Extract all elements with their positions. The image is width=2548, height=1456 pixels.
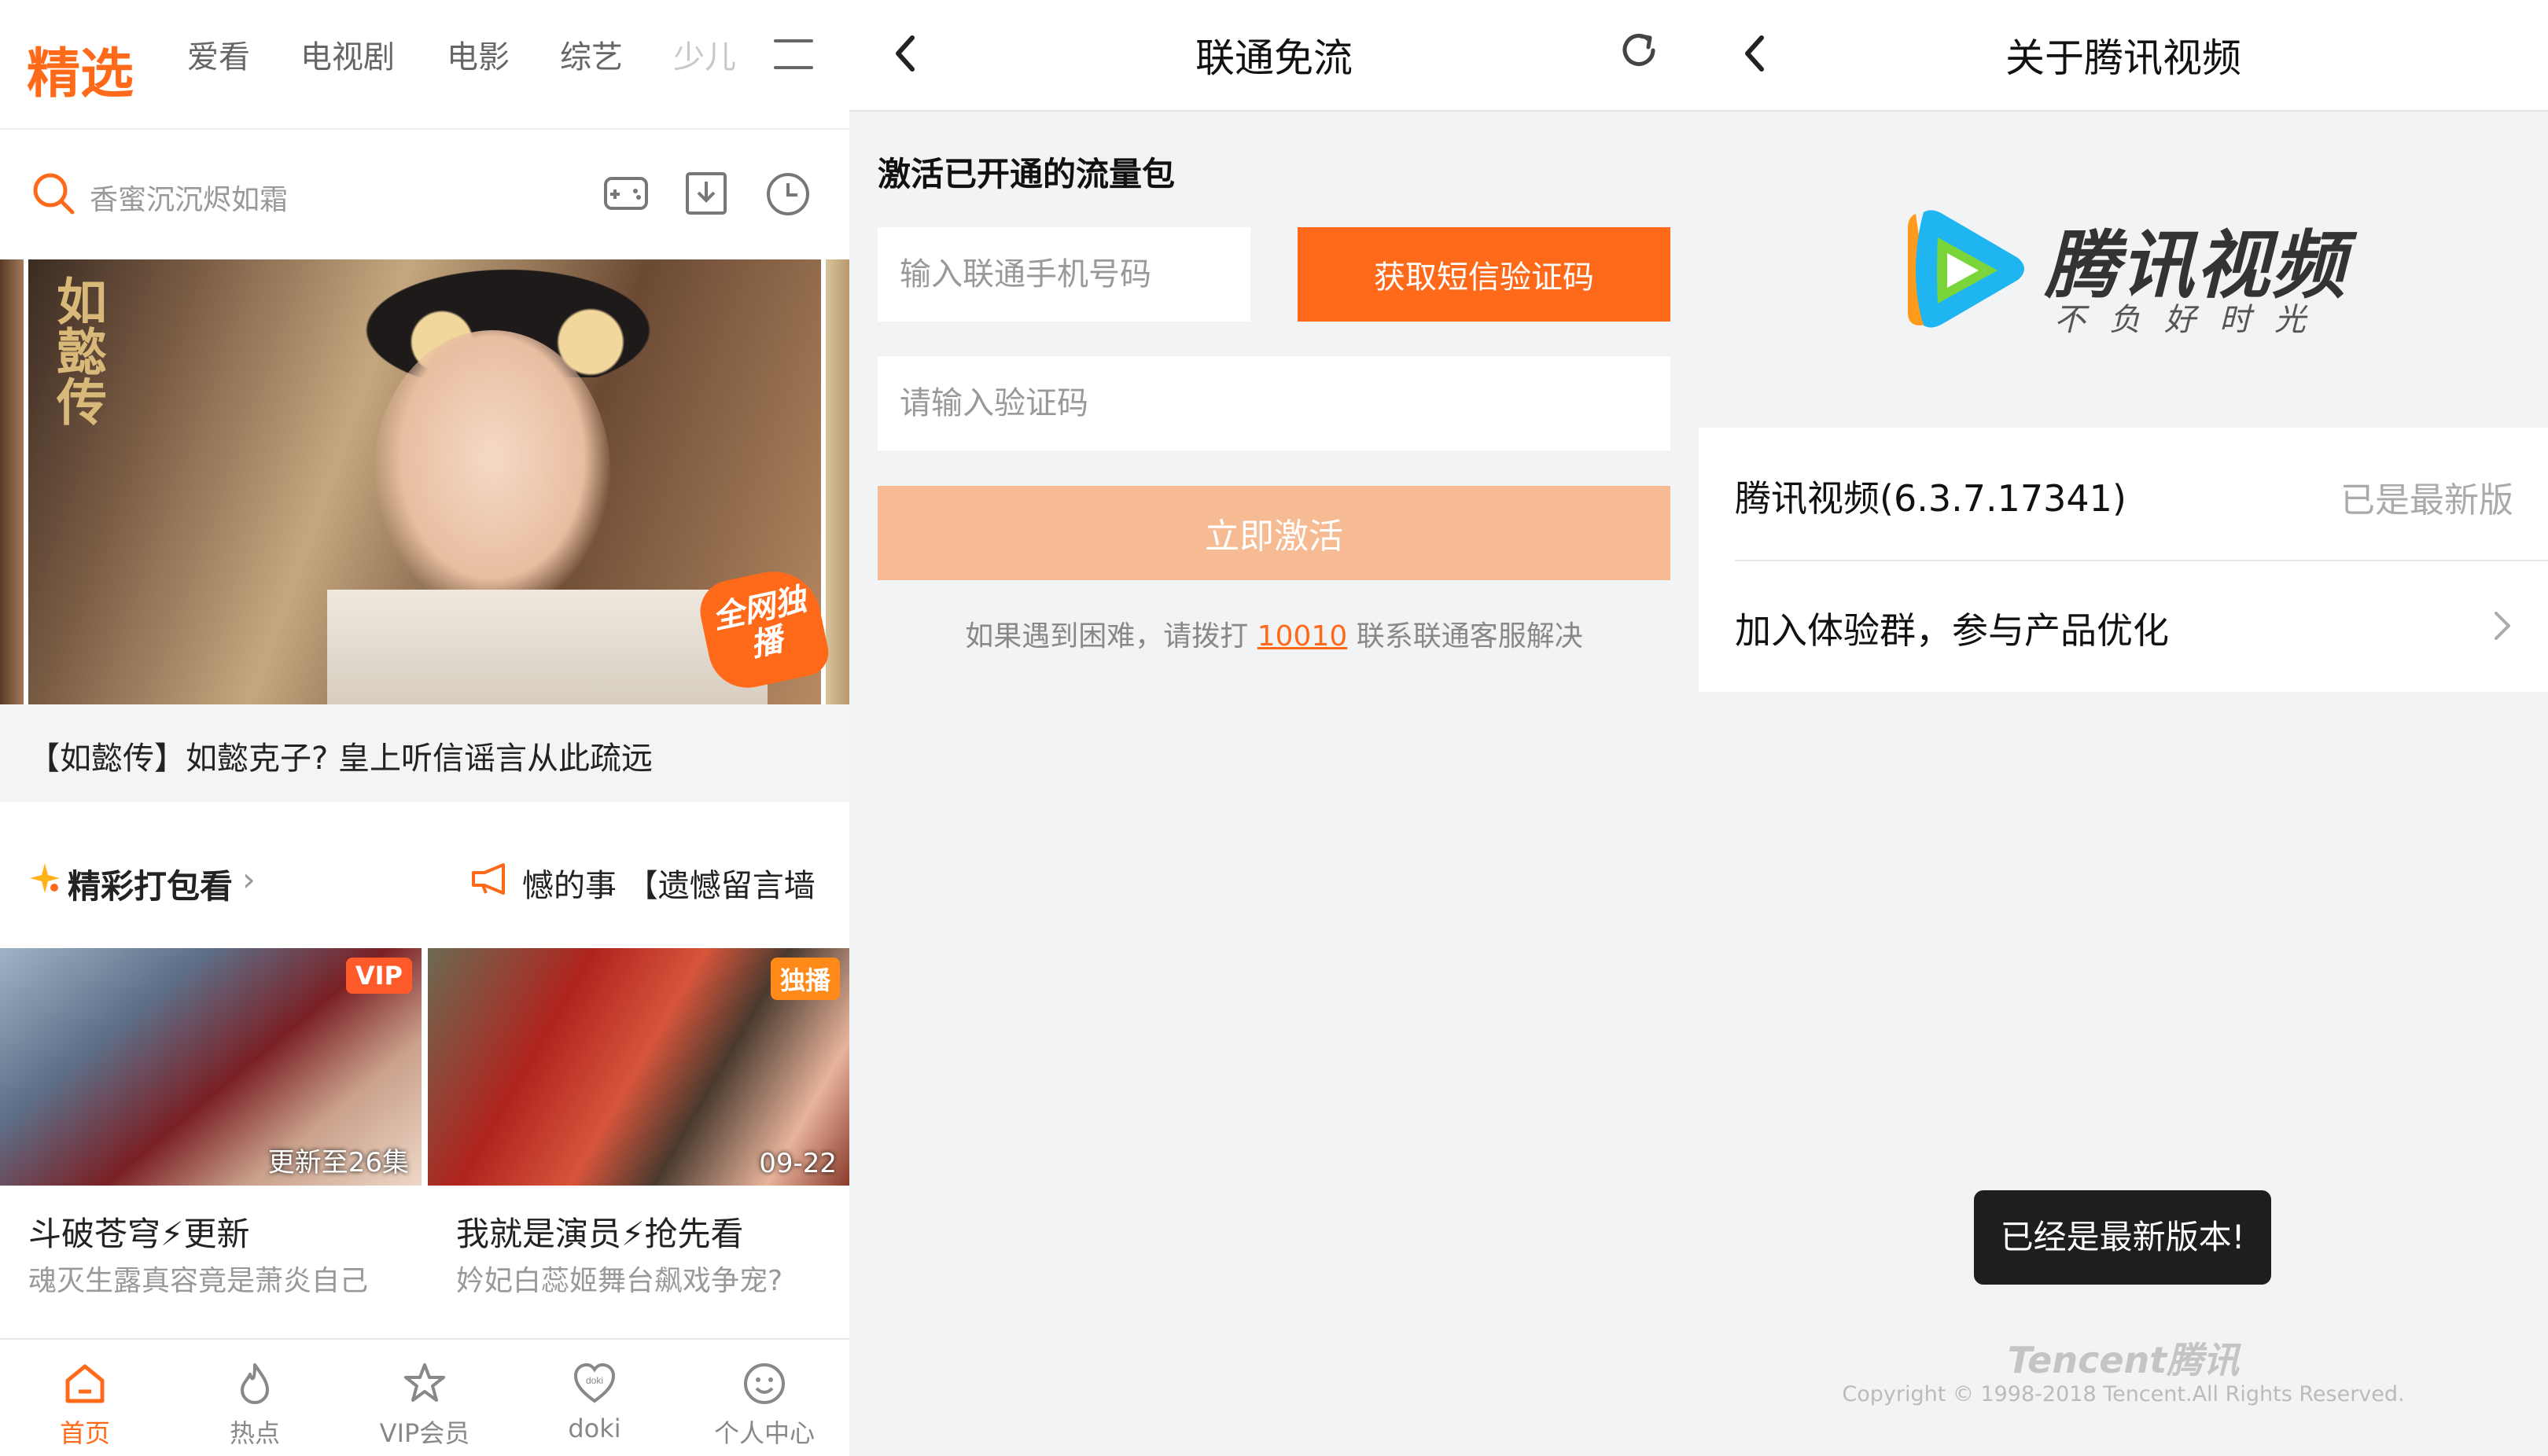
- hero-next-peek[interactable]: [826, 259, 849, 704]
- tencent-brand-logo: Tencent腾讯: [2007, 1339, 2240, 1381]
- version-label: 腾讯视频(6.3.7.17341): [1735, 477, 2126, 520]
- channel-tab-variety[interactable]: 综艺: [560, 31, 623, 77]
- join-beta-row[interactable]: 加入体验群，参与产品优化: [1699, 560, 2548, 692]
- video-title: 斗破苍穹⚡更新: [28, 1215, 250, 1253]
- video-subtitle: 魂灭生露真容竟是萧炎自己: [28, 1265, 369, 1297]
- notice-ticker[interactable]: 憾的事 【遗憾留言墙: [522, 860, 821, 899]
- download-icon[interactable]: [681, 167, 731, 218]
- history-clock-icon[interactable]: [763, 167, 813, 218]
- tab-label: 个人中心: [713, 1418, 815, 1448]
- copyright-text: Copyright © 1998-2018 Tencent.All Rights…: [1842, 1382, 2405, 1406]
- join-beta-label: 加入体验群，参与产品优化: [1735, 609, 2169, 652]
- search-input[interactable]: 香蜜沉沉烬如霜: [90, 177, 288, 218]
- bottom-tab-bar: 首页 热点 VIP会员 doki doki 个人中心: [0, 1338, 849, 1456]
- help-suffix: 联系联通客服解决: [1356, 620, 1583, 653]
- help-prefix: 如果遇到困难，请拨打: [965, 620, 1249, 653]
- tab-doki[interactable]: doki doki: [510, 1340, 679, 1456]
- verification-code-input[interactable]: [878, 356, 1670, 450]
- search-row: 香蜜沉沉烬如霜: [0, 130, 849, 259]
- video-subtitle: 妗妃白蕊姬舞台飙戏争宠?: [456, 1265, 783, 1297]
- episode-update-label: 更新至26集: [267, 1147, 409, 1178]
- video-title: 我就是演员⚡抢先看: [456, 1215, 744, 1253]
- game-controller-icon[interactable]: [601, 167, 651, 218]
- video-thumbnail: VIP 更新至26集: [0, 948, 422, 1186]
- hero-actress: [374, 330, 610, 613]
- phone-input[interactable]: [878, 227, 1250, 322]
- channel-tab-tv[interactable]: 电视剧: [300, 31, 395, 77]
- version-status: 已是最新版: [2340, 480, 2513, 520]
- video-thumbnail: 独播 09-22: [428, 948, 849, 1186]
- hero-caption-text: 【如懿传】如懿克子? 皇上听信谣言从此疏远: [28, 741, 653, 777]
- activate-button[interactable]: 立即激活: [878, 486, 1670, 580]
- phone-field[interactable]: [878, 227, 1250, 322]
- flame-icon: [241, 1363, 269, 1404]
- hero-banner[interactable]: 如懿传 全网独播: [28, 259, 833, 708]
- nav-bar: 联通免流: [849, 0, 1699, 112]
- page-title: 关于腾讯视频: [2005, 35, 2241, 81]
- about-screen: 关于腾讯视频 腾讯视频 不负好时光 腾讯视频(6.3.7.17341) 已是最新…: [1699, 0, 2548, 1456]
- video-card[interactable]: VIP 更新至26集 斗破苍穹⚡更新 魂灭生露真容竟是萧炎自己: [0, 948, 425, 1338]
- tab-label: doki: [568, 1414, 621, 1443]
- smile-icon: [744, 1363, 785, 1404]
- video-card[interactable]: 独播 09-22 我就是演员⚡抢先看 妗妃白蕊姬舞台飙戏争宠?: [428, 948, 849, 1338]
- channel-nav: 精选 爱看 电视剧 电影 综艺 少儿: [0, 0, 849, 130]
- app-logo: 腾讯视频 不负好时光: [1900, 206, 2348, 340]
- channel-tab-kids[interactable]: 少儿: [673, 31, 736, 77]
- sparkle-icon: [30, 863, 60, 893]
- play-logo-icon: [1908, 210, 2024, 328]
- tab-label: 热点: [229, 1418, 280, 1448]
- hero-prev-peek[interactable]: [0, 259, 24, 704]
- version-row: 腾讯视频(6.3.7.17341) 已是最新版: [1699, 428, 2548, 561]
- vip-badge: VIP: [345, 958, 412, 994]
- svg-text:doki: doki: [586, 1375, 603, 1386]
- about-list: 腾讯视频(6.3.7.17341) 已是最新版 加入体验群，参与产品优化: [1699, 428, 2548, 692]
- tab-label: VIP会员: [379, 1418, 470, 1448]
- home-screen: 精选 爱看 电视剧 电影 综艺 少儿 香蜜沉沉烬如霜 如懿传 全网独播 【如懿传…: [0, 0, 849, 1456]
- date-label: 09-22: [759, 1148, 837, 1179]
- tab-profile[interactable]: 个人中心: [679, 1340, 849, 1456]
- doki-heart-icon: doki: [573, 1362, 616, 1403]
- tab-hot[interactable]: 热点: [170, 1340, 340, 1456]
- section-header: 精彩打包看 › 憾的事 【遗憾留言墙: [0, 810, 849, 943]
- tab-label: 首页: [59, 1418, 110, 1448]
- megaphone-icon: [472, 863, 505, 895]
- home-icon: [65, 1364, 105, 1403]
- hero-poster-title: 如懿传: [48, 275, 107, 426]
- code-field[interactable]: [878, 356, 1670, 450]
- get-sms-code-button[interactable]: 获取短信验证码: [1298, 227, 1670, 322]
- exclusive-badge: 独播: [770, 958, 840, 1000]
- channel-tab-movie[interactable]: 电影: [447, 31, 510, 77]
- tab-home[interactable]: 首页: [0, 1340, 170, 1456]
- page-title: 联通免流: [1195, 35, 1353, 81]
- channel-tab-aikan[interactable]: 爱看: [187, 31, 250, 77]
- logo-slogan: 不负好时光: [2054, 302, 2329, 338]
- section-arrow-icon[interactable]: ›: [242, 860, 256, 899]
- channel-menu-icon[interactable]: [774, 38, 813, 69]
- channel-tab-featured[interactable]: 精选: [27, 30, 134, 108]
- tab-vip[interactable]: VIP会员: [340, 1340, 510, 1456]
- nav-bar: 关于腾讯视频: [1699, 0, 2548, 112]
- refresh-icon[interactable]: [1617, 28, 1661, 72]
- help-text: 如果遇到困难，请拨打 10010 联系联通客服解决: [849, 613, 1699, 654]
- hotline-link[interactable]: 10010: [1257, 620, 1348, 653]
- unicom-free-data-screen: 联通免流 激活已开通的流量包 获取短信验证码 立即激活 如果遇到困难，请拨打 1…: [849, 0, 1699, 1456]
- section-title[interactable]: 精彩打包看: [68, 860, 233, 908]
- section-heading: 激活已开通的流量包: [878, 155, 1176, 193]
- search-icon[interactable]: [31, 171, 75, 215]
- hero-caption[interactable]: 【如懿传】如懿克子? 皇上听信谣言从此疏远: [0, 704, 849, 802]
- toast-message: 已经是最新版本!: [1974, 1190, 2271, 1285]
- chevron-right-icon: [2495, 612, 2510, 640]
- vip-star-icon: [404, 1363, 445, 1402]
